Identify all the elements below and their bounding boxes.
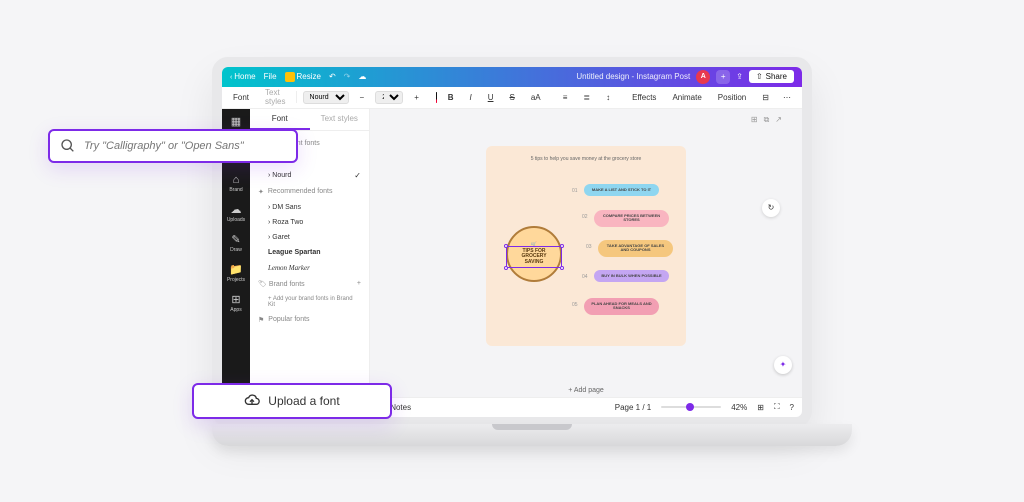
grid-view-icon[interactable]: ⊞ xyxy=(757,403,764,412)
font-item[interactable]: Lemon Marker xyxy=(258,260,361,276)
rail-icon: ☁ xyxy=(231,203,242,216)
transparency-button[interactable]: ⊟ xyxy=(757,91,774,104)
font-item[interactable]: › DM Sans xyxy=(258,200,361,215)
rec-fonts-head: ✦ Recommended fonts xyxy=(258,184,361,200)
share-button[interactable]: ⇧Share xyxy=(749,70,794,83)
pop-fonts-head: ⚑ Popular fonts xyxy=(258,312,361,328)
rail-icon: ▦ xyxy=(231,115,241,128)
italic-button[interactable]: I xyxy=(464,91,476,104)
pill-number: 01 xyxy=(572,188,578,194)
artboard-title: 5 tips to help you save money at the gro… xyxy=(496,156,676,162)
brand-add-icon[interactable]: + xyxy=(357,280,361,287)
help-icon[interactable]: ? xyxy=(790,403,794,412)
font-item[interactable]: › Garet xyxy=(258,230,361,245)
home-link[interactable]: ‹ Home xyxy=(230,72,256,81)
artboard[interactable]: 5 tips to help you save money at the gro… xyxy=(486,146,686,346)
document-title[interactable]: Untitled design - Instagram Post xyxy=(576,72,690,81)
font-item[interactable]: › Nourd xyxy=(258,167,361,184)
sparkle-button[interactable]: ✦ xyxy=(774,356,792,374)
undo-button[interactable]: ↶ xyxy=(329,72,336,81)
zoom-value: 42% xyxy=(731,403,747,412)
tab-font[interactable]: Font xyxy=(228,91,254,104)
font-search-input[interactable] xyxy=(84,140,286,152)
pill-number: 05 xyxy=(572,302,578,308)
pill-number: 04 xyxy=(582,274,588,280)
spacing-button[interactable]: ↕ xyxy=(601,91,615,104)
pill-number: 03 xyxy=(586,244,592,250)
crown-icon xyxy=(285,72,295,82)
rail-apps[interactable]: ⊞Apps xyxy=(226,293,246,313)
font-size-plus[interactable]: + xyxy=(409,91,424,104)
redo-button[interactable]: ↷ xyxy=(344,72,351,81)
rail-brand[interactable]: ⌂Brand xyxy=(226,174,246,193)
tab-text-styles[interactable]: Text styles xyxy=(260,86,290,108)
list-button[interactable]: ≣ xyxy=(578,91,595,104)
rail-icon: 📁 xyxy=(229,263,243,276)
selection-box[interactable] xyxy=(506,246,562,268)
fullscreen-icon[interactable]: ⛶ xyxy=(774,402,780,412)
avatar[interactable]: A xyxy=(696,70,710,84)
rail-uploads[interactable]: ☁Uploads xyxy=(226,203,246,223)
tip-pill[interactable]: COMPARE PRICES BETWEEN STORES xyxy=(594,210,669,227)
font-size-minus[interactable]: − xyxy=(355,91,370,104)
case-button[interactable]: aA xyxy=(526,91,546,104)
fontpanel-tab-styles[interactable]: Text styles xyxy=(310,109,370,130)
upload-font-label: Upload a font xyxy=(268,394,339,408)
cloud-upload-icon xyxy=(244,393,260,409)
canvas-delete-icon[interactable]: ↗ xyxy=(775,115,782,125)
effects-button[interactable]: Effects xyxy=(627,91,661,104)
bold-button[interactable]: B xyxy=(443,91,459,104)
underline-button[interactable]: U xyxy=(483,91,499,104)
strike-button[interactable]: S xyxy=(504,91,519,104)
add-collaborator-button[interactable]: + xyxy=(716,70,730,84)
tip-pill[interactable]: BUY IN BULK WHEN POSSIBLE xyxy=(594,270,669,282)
cloud-sync-icon: ☁ xyxy=(358,72,366,81)
tip-pill[interactable]: PLAN AHEAD FOR MEALS AND SNACKS xyxy=(584,298,659,315)
font-item[interactable]: › Roza Two xyxy=(258,215,361,230)
page-indicator[interactable]: Page 1 / 1 xyxy=(615,403,651,412)
more-button[interactable]: ⋯ xyxy=(778,91,796,104)
animate-button[interactable]: Animate xyxy=(667,91,706,104)
rail-draw[interactable]: ✎Draw xyxy=(226,233,246,253)
comment-button[interactable]: ↻ xyxy=(762,199,780,217)
upload-font-overlay[interactable]: Upload a font xyxy=(192,383,392,419)
font-search-overlay xyxy=(48,129,298,163)
analytics-icon[interactable]: ⇪ xyxy=(736,72,743,81)
search-icon xyxy=(60,138,76,154)
rail-icon: ⊞ xyxy=(231,293,240,306)
position-button[interactable]: Position xyxy=(713,91,751,104)
tip-pill[interactable]: TAKE ADVANTAGE OF SALES AND COUPONS xyxy=(598,240,673,257)
rail-icon: ⌂ xyxy=(233,174,240,186)
pill-number: 02 xyxy=(582,214,588,220)
resize-menu[interactable]: Resize xyxy=(285,72,321,82)
brand-fonts-head: 🏷 Brand fonts+ xyxy=(258,276,361,292)
canvas-copy-icon[interactable]: ⧉ xyxy=(764,115,770,125)
brand-fonts-sub[interactable]: + Add your brand fonts in Brand Kit xyxy=(258,292,361,312)
fontpanel-tab-font[interactable]: Font xyxy=(250,109,310,130)
canvas-lock-icon[interactable]: ⊞ xyxy=(751,115,758,125)
text-color[interactable] xyxy=(436,92,437,103)
font-size-select[interactable]: 29 xyxy=(375,91,403,104)
rail-icon: ✎ xyxy=(231,233,240,246)
add-page-button[interactable]: + Add page xyxy=(370,384,802,397)
font-item[interactable]: League Spartan xyxy=(258,245,361,260)
zoom-slider[interactable] xyxy=(661,406,721,408)
rail-projects[interactable]: 📁Projects xyxy=(226,263,246,283)
font-family-select[interactable]: Nourd xyxy=(303,91,349,104)
tip-pill[interactable]: MAKE A LIST AND STICK TO IT xyxy=(584,184,659,196)
align-button[interactable]: ≡ xyxy=(558,91,573,104)
file-menu[interactable]: File xyxy=(264,72,277,81)
